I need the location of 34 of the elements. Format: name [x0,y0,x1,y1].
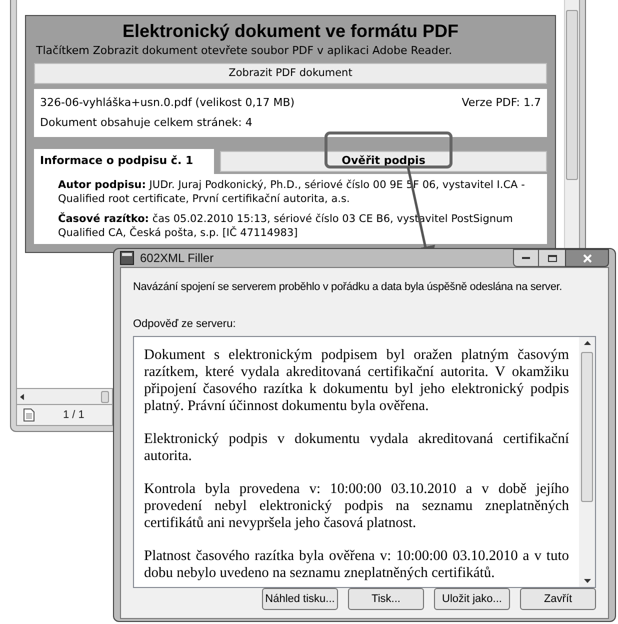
scrollbar-thumb[interactable] [100,390,109,402]
scroll-up-icon[interactable] [584,341,590,345]
response-label: Odpověď ze serveru: [133,316,237,332]
dialog-button[interactable]: Uložit jako... [434,588,510,610]
status-message: Navázání spojení se serverem proběhlo v pořádku a data byla úspěšně odeslána na server. [133,280,563,295]
signature-tab[interactable]: Informace o podpisu č. 1 [34,149,214,174]
app-icon [120,251,134,265]
dialog-button[interactable]: Náhled tisku... [262,588,338,610]
response-paragraph: Kontrola byla provedena v: 10:00:00 03.10.2010 a v době jejího provedení nebyl elektronický podpis na seznamu zneplatněných certifikátů ani nevypršela jeho časová platnost. [144,481,569,532]
scrollbar-thumb[interactable] [581,352,593,502]
minimize-button[interactable] [513,249,539,267]
page-indicator: 1 / 1 [63,408,84,423]
close-icon[interactable] [582,254,592,262]
pdf-version: Verze PDF: 1.7 [462,95,541,111]
scroll-down-icon[interactable] [584,579,590,583]
horizontal-scrollbar[interactable] [16,389,113,404]
dialog-title: 602XML Filler [140,250,214,267]
show-pdf-button[interactable]: Zobrazit PDF dokument [34,63,547,84]
text-scrollbar[interactable] [579,337,595,587]
left-arrow-icon[interactable] [20,392,25,400]
panel-subtitle: Tlačítkem Zobrazit dokument otevřete soubor PDF v aplikaci Adobe Reader. [35,43,454,58]
scrollbar-thumb[interactable] [566,10,578,180]
dialog-button[interactable]: Zavřít [520,588,596,610]
panel-title: Elektronický dokument ve formátu PDF [121,20,460,43]
maximize-button[interactable] [539,249,565,267]
page-count: Dokument obsahuje celkem stránek: 4 [40,115,254,131]
file-name: 326-06-vyhláška+usn.0.pdf (velikost 0,17 MB) [40,95,295,111]
response-paragraph: Platnost časového razítka byla ověřena v: 10:00:00 03.10.2010 a v tuto dobu nebylo uvedeno na seznamu zneplatněných certifikátů. [144,548,569,582]
page-icon [23,408,35,422]
close-button[interactable] [565,249,609,267]
response-paragraph: Elektronický podpis v dokumentu vydala akreditovaná certifikační autorita. [144,431,569,465]
dialog-button[interactable]: Tisk... [348,588,424,610]
verify-signature-button[interactable]: Ověřit podpis [220,151,547,172]
response-paragraph: Dokument s elektronickým podpisem byl oražen platným časovým razítkem, které vydala akreditovaná certifikační autorita. V okamžiku připojení časového razítka k dokumentu byl jeho elektronický podpis platný. Právní účinnost dokumentu byla ověřena. [144,347,569,415]
